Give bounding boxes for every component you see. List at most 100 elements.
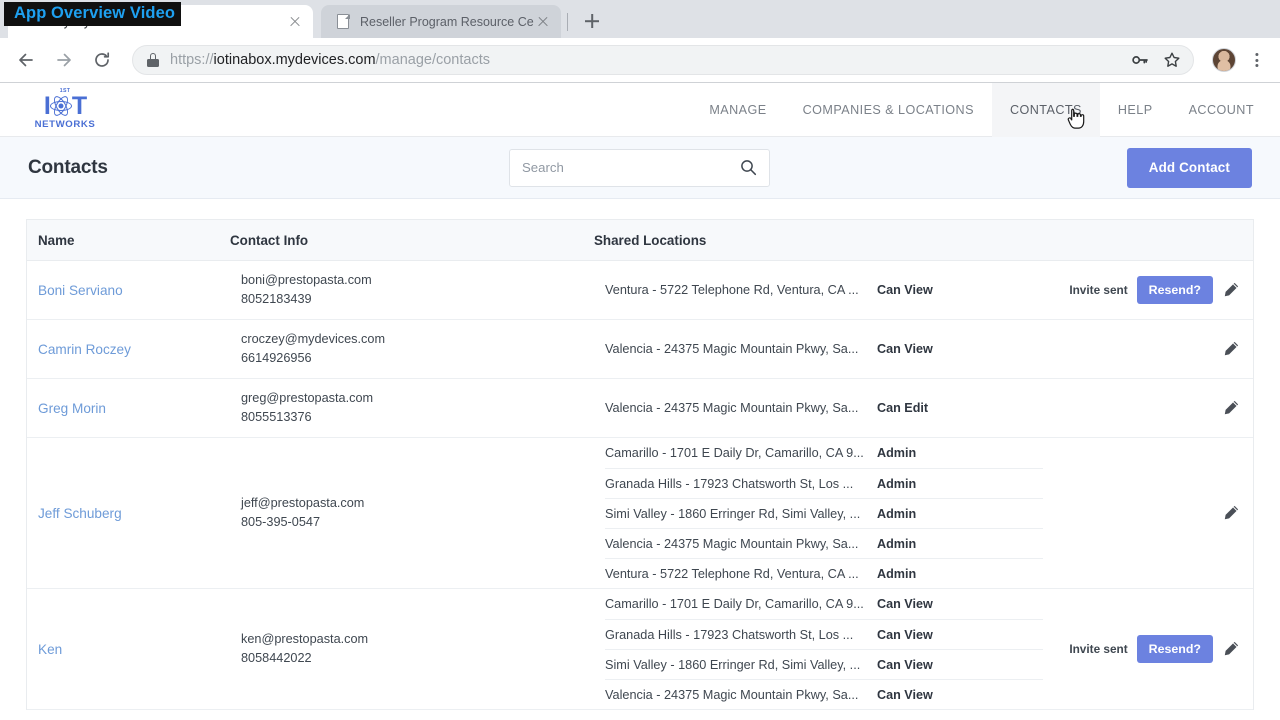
omnibox-icons bbox=[1125, 45, 1187, 75]
key-icon[interactable] bbox=[1125, 45, 1155, 75]
atom-icon bbox=[49, 95, 73, 117]
location-permission-badge: Can View bbox=[877, 628, 933, 642]
shared-location-row: Camarillo - 1701 E Daily Dr, Camarillo, … bbox=[605, 589, 1043, 619]
pencil-icon[interactable] bbox=[1222, 399, 1240, 417]
reload-icon[interactable] bbox=[86, 44, 118, 76]
contact-name-link[interactable]: Ken bbox=[38, 642, 241, 657]
contact-name-link[interactable]: Greg Morin bbox=[38, 401, 241, 416]
location-address: Granada Hills - 17923 Chatsworth St, Los… bbox=[605, 628, 877, 642]
site-logo[interactable]: 1ST I T NETWORKS bbox=[28, 89, 102, 129]
location-address: Simi Valley - 1860 Erringer Rd, Simi Val… bbox=[605, 507, 877, 521]
url-text: https://iotinabox.mydevices.com/manage/c… bbox=[170, 52, 1125, 68]
pencil-icon[interactable] bbox=[1222, 640, 1240, 658]
shared-location-row: Valencia - 24375 Magic Mountain Pkwy, Sa… bbox=[605, 334, 1043, 364]
contact-phone: 8052183439 bbox=[241, 290, 605, 309]
row-actions: Invite sent Resend? bbox=[1043, 276, 1253, 304]
location-address: Camarillo - 1701 E Daily Dr, Camarillo, … bbox=[605, 446, 877, 460]
column-header-contact-info: Contact Info bbox=[230, 233, 594, 248]
shared-locations-cell: Valencia - 24375 Magic Mountain Pkwy, Sa… bbox=[605, 334, 1043, 364]
location-permission-badge: Can View bbox=[877, 688, 933, 702]
location-permission-badge: Can View bbox=[877, 342, 933, 356]
contact-info-cell: croczey@mydevices.com6614926956 bbox=[241, 330, 605, 368]
contact-name-link[interactable]: Boni Serviano bbox=[38, 283, 241, 298]
search-box[interactable] bbox=[509, 149, 770, 187]
shared-location-row: Camarillo - 1701 E Daily Dr, Camarillo, … bbox=[605, 438, 1043, 468]
tab-divider bbox=[567, 13, 568, 31]
new-tab-button[interactable] bbox=[578, 7, 606, 35]
contact-email: greg@prestopasta.com bbox=[241, 389, 605, 408]
logo-mark: I T bbox=[44, 95, 86, 118]
location-permission-badge: Can View bbox=[877, 658, 933, 672]
table-row: Jeff Schubergjeff@prestopasta.com805-395… bbox=[27, 438, 1253, 589]
location-address: Valencia - 24375 Magic Mountain Pkwy, Sa… bbox=[605, 401, 877, 415]
search-icon[interactable] bbox=[740, 159, 757, 176]
add-contact-button[interactable]: Add Contact bbox=[1127, 148, 1252, 188]
location-address: Ventura - 5722 Telephone Rd, Ventura, CA… bbox=[605, 283, 877, 297]
column-header-name: Name bbox=[27, 233, 230, 248]
site-header: 1ST I T NETWORKS MANAGE COMPANIES & LOCA… bbox=[0, 83, 1280, 137]
top-navigation: MANAGE COMPANIES & LOCATIONS CONTACTS HE… bbox=[691, 83, 1280, 137]
location-permission-badge: Admin bbox=[877, 477, 916, 491]
contact-phone: 805-395-0547 bbox=[241, 513, 605, 532]
pencil-icon[interactable] bbox=[1222, 340, 1240, 358]
nav-item-help[interactable]: HELP bbox=[1100, 83, 1171, 137]
close-icon[interactable] bbox=[287, 14, 303, 30]
nav-item-manage[interactable]: MANAGE bbox=[691, 83, 784, 137]
contacts-table-area: Name Contact Info Shared Locations Boni … bbox=[0, 199, 1280, 710]
shared-locations-cell: Camarillo - 1701 E Daily Dr, Camarillo, … bbox=[605, 589, 1043, 709]
contact-info-cell: boni@prestopasta.com8052183439 bbox=[241, 271, 605, 309]
forward-icon[interactable] bbox=[48, 44, 80, 76]
search-input[interactable] bbox=[522, 160, 740, 175]
row-actions bbox=[1043, 504, 1253, 522]
contact-email: croczey@mydevices.com bbox=[241, 330, 605, 349]
shared-location-row: Granada Hills - 17923 Chatsworth St, Los… bbox=[605, 468, 1043, 498]
resend-invite-button[interactable]: Resend? bbox=[1137, 635, 1213, 663]
table-row: Boni Servianoboni@prestopasta.com8052183… bbox=[27, 261, 1253, 320]
pencil-icon[interactable] bbox=[1222, 504, 1240, 522]
row-actions bbox=[1043, 340, 1253, 358]
close-icon[interactable] bbox=[535, 14, 551, 30]
shared-location-row: Granada Hills - 17923 Chatsworth St, Los… bbox=[605, 619, 1043, 649]
location-permission-badge: Admin bbox=[877, 567, 916, 581]
location-address: Valencia - 24375 Magic Mountain Pkwy, Sa… bbox=[605, 342, 877, 356]
browser-tab-inactive[interactable]: Reseller Program Resource Ce bbox=[321, 5, 561, 38]
table-header-row: Name Contact Info Shared Locations bbox=[27, 220, 1253, 261]
shared-locations-cell: Ventura - 5722 Telephone Rd, Ventura, CA… bbox=[605, 275, 1043, 305]
contact-email: boni@prestopasta.com bbox=[241, 271, 605, 290]
location-address: Granada Hills - 17923 Chatsworth St, Los… bbox=[605, 477, 877, 491]
row-actions: Invite sent Resend? bbox=[1043, 635, 1253, 663]
kebab-menu-icon[interactable] bbox=[1244, 45, 1270, 75]
back-icon[interactable] bbox=[10, 44, 42, 76]
shared-locations-cell: Camarillo - 1701 E Daily Dr, Camarillo, … bbox=[605, 438, 1043, 588]
column-header-shared-locations: Shared Locations bbox=[594, 233, 1253, 248]
address-bar[interactable]: https://iotinabox.mydevices.com/manage/c… bbox=[132, 45, 1194, 75]
shared-location-row: Valencia - 24375 Magic Mountain Pkwy, Sa… bbox=[605, 393, 1043, 423]
invite-status-label: Invite sent bbox=[1069, 283, 1127, 297]
avatar[interactable] bbox=[1212, 48, 1236, 72]
contact-info-cell: greg@prestopasta.com8055513376 bbox=[241, 389, 605, 427]
nav-item-contacts[interactable]: CONTACTS bbox=[992, 83, 1100, 137]
location-address: Valencia - 24375 Magic Mountain Pkwy, Sa… bbox=[605, 537, 877, 551]
shared-location-row: Ventura - 5722 Telephone Rd, Ventura, CA… bbox=[605, 558, 1043, 588]
contact-phone: 8058442022 bbox=[241, 649, 605, 668]
table-row: Kenken@prestopasta.com8058442022 Camarill… bbox=[27, 589, 1253, 710]
invite-status-label: Invite sent bbox=[1069, 642, 1127, 656]
contact-name-link[interactable]: Camrin Roczey bbox=[38, 342, 241, 357]
page-doc-icon bbox=[335, 14, 351, 30]
contact-name-link[interactable]: Jeff Schuberg bbox=[38, 506, 241, 521]
shared-location-row: Simi Valley - 1860 Erringer Rd, Simi Val… bbox=[605, 649, 1043, 679]
nav-item-account[interactable]: ACCOUNT bbox=[1171, 83, 1280, 137]
contact-email: ken@prestopasta.com bbox=[241, 630, 605, 649]
tab-title: Reseller Program Resource Ce bbox=[360, 15, 535, 29]
pencil-icon[interactable] bbox=[1222, 281, 1240, 299]
shared-location-row: Simi Valley - 1860 Erringer Rd, Simi Val… bbox=[605, 498, 1043, 528]
resend-invite-button[interactable]: Resend? bbox=[1137, 276, 1213, 304]
nav-item-companies-locations[interactable]: COMPANIES & LOCATIONS bbox=[785, 83, 992, 137]
contact-email: jeff@prestopasta.com bbox=[241, 494, 605, 513]
contact-info-cell: jeff@prestopasta.com805-395-0547 bbox=[241, 494, 605, 532]
location-permission-badge: Can Edit bbox=[877, 401, 928, 415]
star-icon[interactable] bbox=[1157, 45, 1187, 75]
location-permission-badge: Can View bbox=[877, 597, 933, 611]
browser-toolbar: https://iotinabox.mydevices.com/manage/c… bbox=[0, 38, 1280, 82]
location-permission-badge: Admin bbox=[877, 446, 916, 460]
